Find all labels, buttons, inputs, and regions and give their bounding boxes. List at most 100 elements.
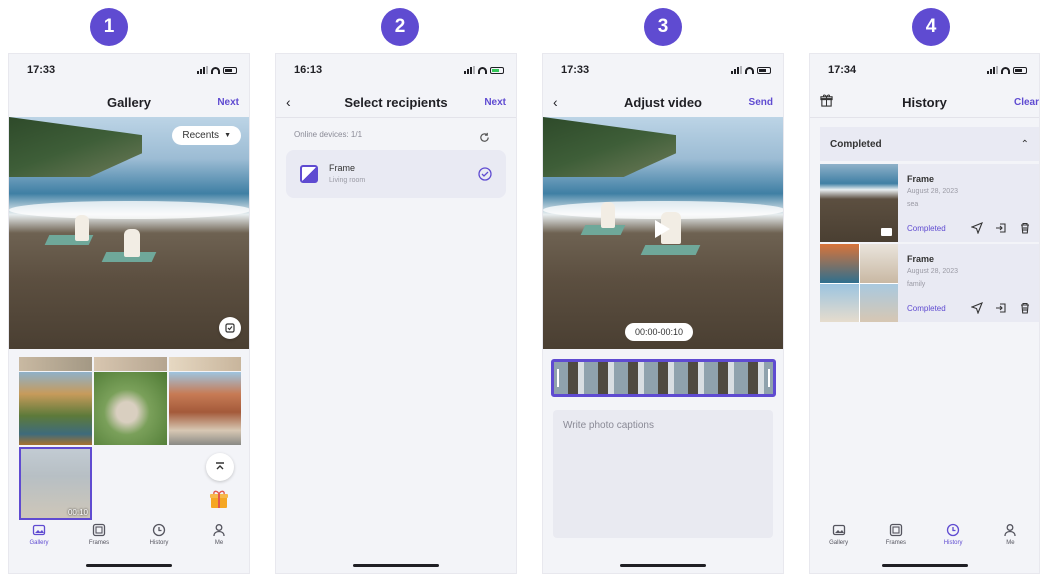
gallery-thumbnail[interactable] (169, 372, 241, 445)
tab-gallery[interactable]: Gallery (819, 523, 859, 546)
gallery-thumbnail[interactable] (94, 357, 167, 371)
gallery-icon (32, 524, 46, 536)
gallery-thumbnail[interactable] (169, 357, 241, 371)
chevron-up-icon: ⌃ (1020, 138, 1029, 150)
trash-icon (1021, 222, 1029, 234)
caption-placeholder: Write photo captions (563, 420, 654, 431)
item-title: Frame (907, 254, 935, 264)
item-date: August 28, 2023 (907, 188, 958, 195)
step-badge-4: 4 (912, 8, 950, 46)
wifi-icon (1001, 66, 1010, 74)
recents-dropdown[interactable]: Recents ▼ (172, 126, 241, 145)
clear-button[interactable]: Clear (1014, 97, 1039, 108)
chevron-left-icon: ‹ (553, 94, 558, 110)
item-caption: sea (907, 201, 919, 208)
video-duration: 00:10 (67, 508, 88, 517)
online-devices-label: Online devices: 1/1 (294, 130, 363, 139)
next-button[interactable]: Next (484, 97, 506, 108)
resend-button[interactable] (970, 301, 984, 315)
tab-bar: Gallery Frames History Me (9, 517, 249, 557)
tab-frames[interactable]: Frames (79, 523, 119, 546)
tab-history[interactable]: History (933, 523, 973, 546)
resend-button[interactable] (970, 221, 984, 235)
person-icon (213, 524, 225, 537)
page-title: Gallery (106, 94, 152, 110)
tab-label: Me (1006, 540, 1015, 546)
page-title: Select recipients (344, 94, 448, 110)
gallery-thumbnail[interactable] (94, 372, 167, 445)
gift-button[interactable] (820, 94, 833, 110)
tab-label: Frames (88, 540, 110, 546)
trim-handle-right[interactable] (768, 369, 770, 387)
nav-bar: History Clear (810, 90, 1039, 114)
history-thumbnail (820, 164, 898, 242)
caret-down-icon: ▼ (224, 132, 231, 139)
system-icons (197, 66, 237, 74)
scroll-top-icon (216, 462, 224, 470)
selected-media-preview[interactable]: Recents ▼ (9, 117, 249, 349)
send-button[interactable]: Send (749, 97, 773, 108)
delete-button[interactable] (1018, 221, 1032, 235)
history-item[interactable]: Frame August 28, 2023 family Completed (820, 244, 1039, 322)
tab-history[interactable]: History (139, 523, 179, 546)
step-badge-2: 2 (381, 8, 419, 46)
wifi-icon (478, 66, 487, 74)
signal-icon (731, 66, 742, 74)
send-icon (971, 222, 983, 234)
status-bar: 17:33 (27, 62, 237, 78)
status-time: 17:33 (27, 64, 56, 76)
system-icons (731, 66, 771, 74)
completed-section-header[interactable]: Completed ⌃ (820, 127, 1039, 161)
tab-me[interactable]: Me (990, 523, 1030, 546)
delete-button[interactable] (1018, 301, 1032, 315)
chevron-left-icon: ‹ (286, 94, 291, 110)
home-indicator (881, 564, 968, 567)
frame-device-icon (300, 165, 318, 183)
selected-video-thumbnail[interactable]: 00:10 (19, 447, 92, 520)
multi-select-icon (225, 323, 235, 333)
next-button[interactable]: Next (217, 97, 239, 108)
back-button[interactable]: ‹ (553, 94, 558, 110)
tab-label: Me (214, 540, 224, 546)
gallery-thumbnail[interactable] (19, 372, 92, 445)
battery-icon (1013, 66, 1027, 74)
tab-frames[interactable]: Frames (876, 523, 916, 546)
nav-bar: ‹ Adjust video Send (543, 90, 783, 114)
caption-textarea[interactable]: Write photo captions (553, 410, 773, 538)
export-button[interactable] (994, 301, 1008, 315)
history-item[interactable]: Frame August 28, 2023 sea Completed (820, 164, 1039, 242)
gift-icon (210, 490, 228, 508)
video-trimmer[interactable] (551, 359, 776, 397)
history-icon (152, 523, 166, 537)
scroll-to-top-button[interactable] (206, 453, 234, 481)
gallery-thumbnail[interactable] (19, 357, 92, 371)
tab-me[interactable]: Me (199, 523, 239, 546)
item-date: August 28, 2023 (907, 268, 958, 275)
signal-icon (464, 66, 475, 74)
time-range-badge: 00:00-00:10 (625, 323, 694, 341)
history-screen: 17:34 History Clear Completed ⌃ Frame Au… (809, 53, 1040, 574)
wifi-icon (745, 66, 754, 74)
device-card[interactable]: Frame Living room (286, 150, 506, 198)
refresh-button[interactable] (479, 130, 490, 148)
gallery-icon (832, 524, 845, 536)
trim-handle-left[interactable] (557, 369, 559, 387)
status-time: 16:13 (294, 64, 323, 76)
multi-select-button[interactable] (219, 317, 241, 339)
status-bar: 17:34 (828, 62, 1027, 78)
status-time: 17:34 (828, 64, 857, 76)
tab-gallery[interactable]: Gallery (19, 523, 59, 546)
video-preview[interactable]: 00:00-00:10 (543, 117, 783, 349)
battery-icon (757, 66, 771, 74)
gallery-screen: 17:33 Gallery Next Recents ▼ 00:10 Galle… (8, 53, 250, 574)
history-icon (946, 523, 960, 537)
gift-button[interactable] (208, 488, 230, 515)
play-button[interactable] (655, 220, 670, 238)
status-time: 17:33 (561, 64, 590, 76)
back-button[interactable]: ‹ (286, 94, 291, 110)
export-button[interactable] (994, 221, 1008, 235)
send-icon (971, 302, 983, 314)
battery-charging-icon (490, 66, 504, 74)
nav-bar: ‹ Select recipients Next (276, 90, 516, 114)
trash-icon (1021, 302, 1029, 314)
